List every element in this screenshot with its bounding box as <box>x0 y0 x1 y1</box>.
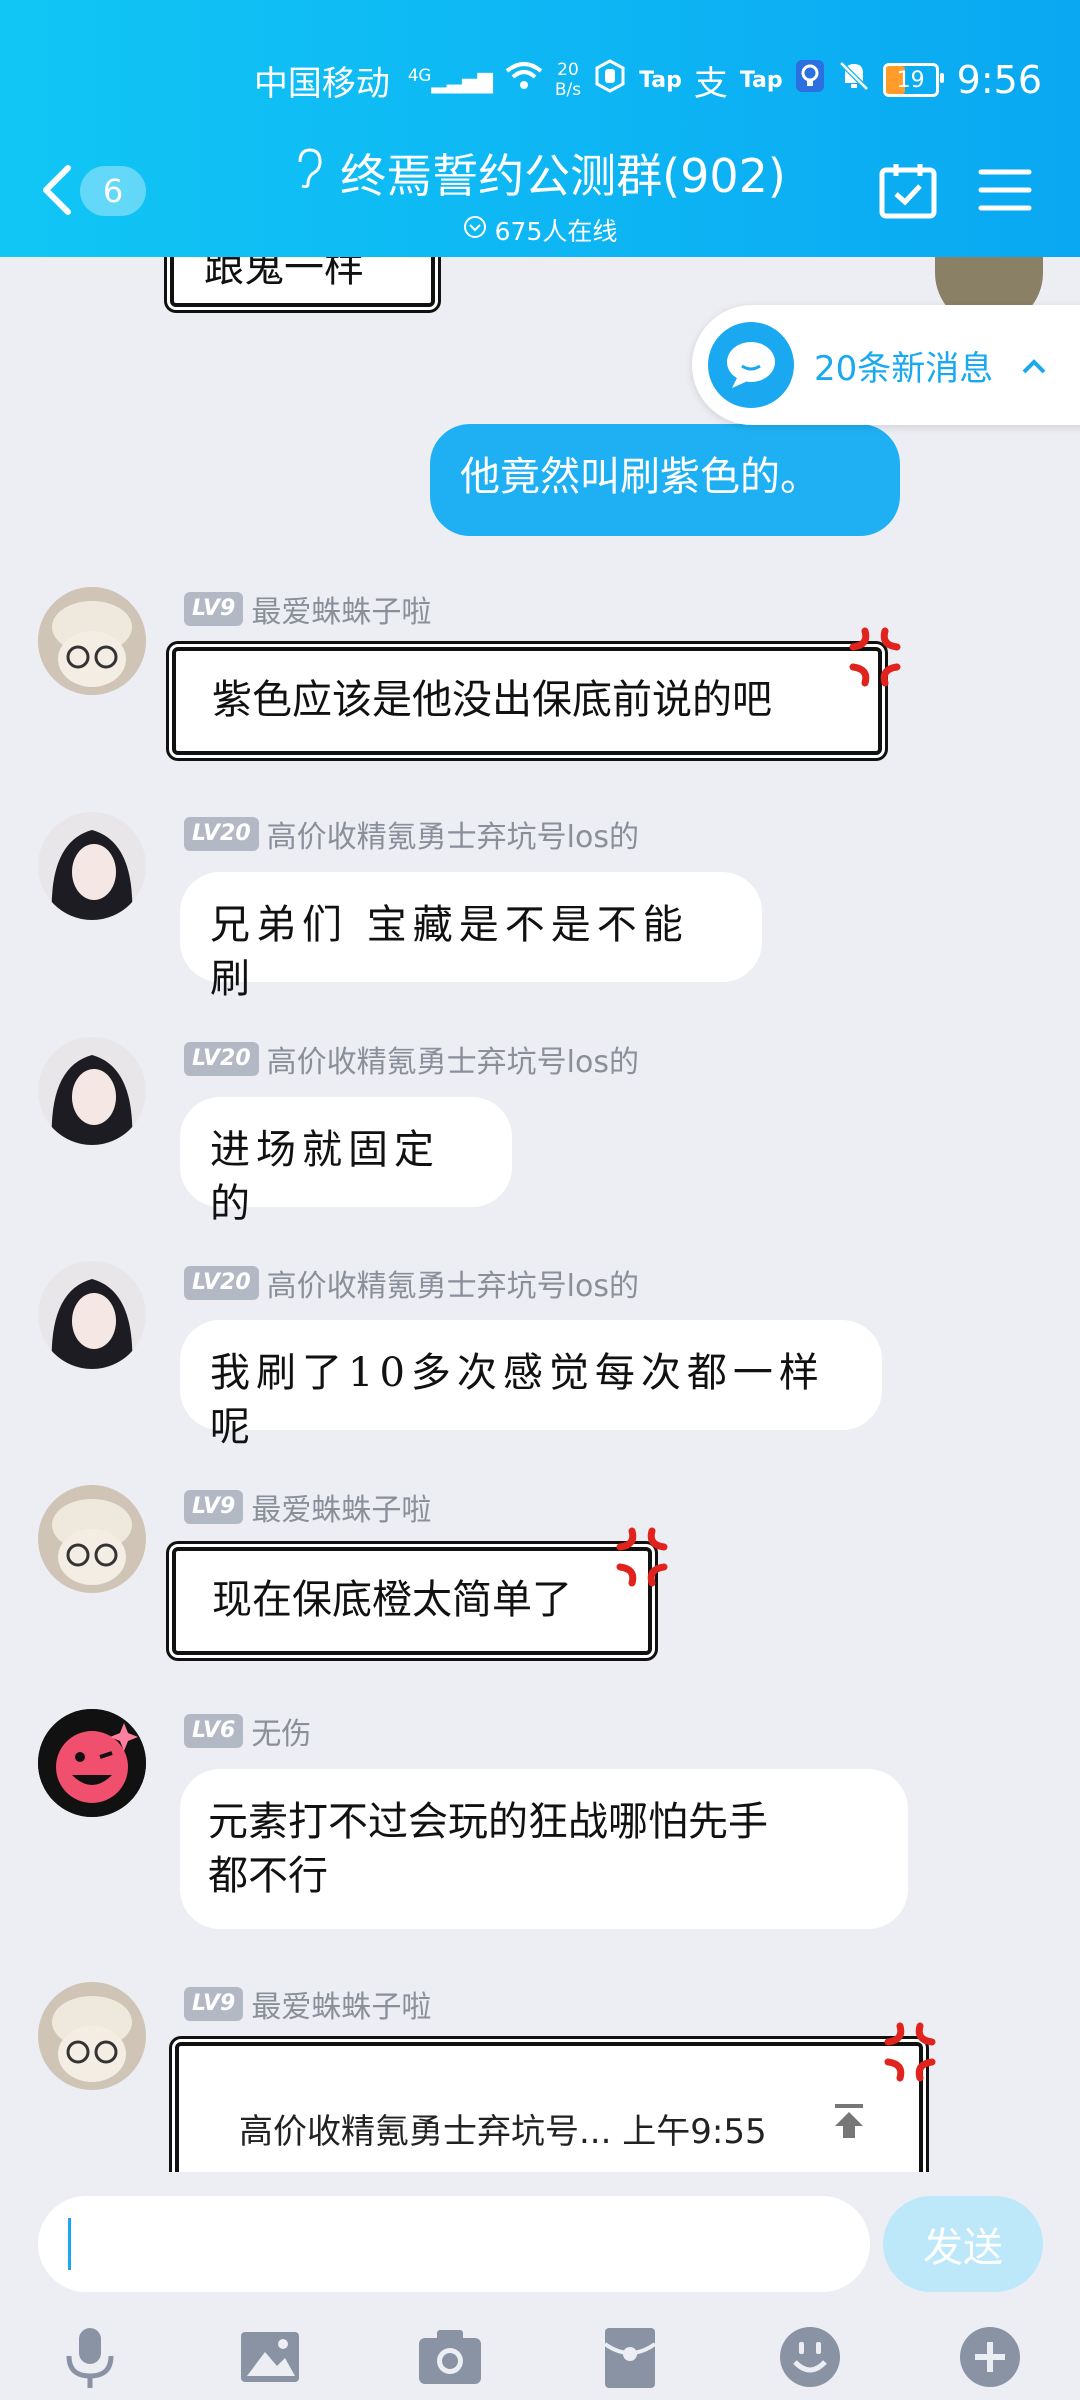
message-input[interactable] <box>38 2196 870 2292</box>
avatar[interactable] <box>38 1037 146 1145</box>
text-caret <box>68 2218 71 2270</box>
message-text: 兄弟们 宝藏是不是不能刷 <box>210 902 689 1002</box>
avatar[interactable] <box>38 587 146 695</box>
message-bubble[interactable]: 跟鬼一样 <box>170 257 435 307</box>
avatar[interactable] <box>38 1485 146 1593</box>
chat-header: 中国移动 4G▂▃▅▇ 20 B/s Tap 支 Tap 19 9:56 6 终焉… <box>0 0 1080 257</box>
sender-meta: LV20 高价收精氪勇士弃坑号los的 <box>184 1037 639 1081</box>
jump-to-quote-icon[interactable] <box>829 2102 869 2142</box>
online-count: 675人在线 <box>494 217 618 246</box>
sender-meta: LV9 最爱蛛蛛子啦 <box>184 1485 431 1529</box>
hand-icon <box>593 58 627 102</box>
taptap-icon-1: Tap <box>639 67 682 93</box>
menu-icon[interactable] <box>975 160 1035 220</box>
status-bar: 中国移动 4G▂▃▅▇ 20 B/s Tap 支 Tap 19 9:56 <box>254 52 1042 108</box>
new-messages-count: 20条新消息 <box>814 348 994 389</box>
sender-meta: LV20 高价收精氪勇士弃坑号los的 <box>184 1261 639 1305</box>
mute-bell-icon <box>837 59 871 102</box>
emoji-icon[interactable] <box>775 2322 845 2392</box>
online-icon <box>463 215 487 245</box>
calendar-check-icon[interactable] <box>878 160 938 220</box>
level-badge: LV6 <box>184 1714 244 1748</box>
message-text: 紫色应该是他没出保底前说的吧 <box>212 677 772 723</box>
carrier-label: 中国移动 <box>253 63 390 104</box>
sender-name[interactable]: 无伤 <box>251 1709 311 1753</box>
message-bubble[interactable]: 我刷了10多次感觉每次都一样呢 <box>180 1320 882 1450</box>
message-text: 他竟然叫刷紫色的。 <box>460 454 820 500</box>
message-bubble[interactable]: 进场就固定的 <box>180 1097 512 1227</box>
message-text: 跟鬼一样 <box>204 257 364 291</box>
net-speed: 20 B/s <box>554 60 582 100</box>
anger-mark-icon <box>880 2022 940 2082</box>
chat-bubble-icon <box>708 322 794 408</box>
anger-mark-icon <box>845 627 905 687</box>
sender-meta: LV20 高价收精氪勇士弃坑号los的 <box>184 812 639 856</box>
alipay-icon: 支 <box>693 63 728 104</box>
sender-name[interactable]: 高价收精氪勇士弃坑号los的 <box>267 812 639 856</box>
red-packet-icon[interactable] <box>595 2322 665 2392</box>
group-title: 终焉誓约公测群(902) <box>340 149 786 203</box>
message-text: 现在保底橙太简单了 <box>212 1577 572 1623</box>
camera-icon[interactable] <box>415 2322 485 2392</box>
taptap-icon-2: Tap <box>739 67 783 93</box>
microphone-icon[interactable] <box>55 2322 125 2392</box>
bulb-icon <box>795 59 825 102</box>
message-text: 我刷了10多次感觉每次都一样呢 <box>210 1350 825 1450</box>
sender-meta: LV9 最爱蛛蛛子啦 <box>184 1982 431 2026</box>
clock: 9:56 <box>956 58 1042 102</box>
level-badge: LV9 <box>184 1987 244 2021</box>
input-bar: 发送 <box>0 2172 1080 2400</box>
avatar[interactable] <box>38 1261 146 1369</box>
battery-icon: 19 <box>882 63 944 97</box>
avatar[interactable] <box>38 1709 146 1817</box>
wifi-icon <box>505 60 543 100</box>
sender-name[interactable]: 最爱蛛蛛子啦 <box>251 1485 431 1529</box>
anger-mark-icon <box>612 1527 672 1587</box>
chevron-up-icon <box>1021 348 1047 383</box>
sender-meta: LV9 最爱蛛蛛子啦 <box>184 587 431 631</box>
level-badge: LV9 <box>184 1490 244 1524</box>
quote-header: 高价收精氪勇士弃坑号... 上午9:55 <box>239 2112 767 2152</box>
avatar[interactable] <box>38 1982 146 2090</box>
level-badge: LV20 <box>184 817 259 851</box>
message-text: 进场就固定的 <box>210 1127 440 1227</box>
ear-icon <box>294 146 324 201</box>
signal-icon: 4G▂▃▅▇ <box>407 66 493 94</box>
level-badge: LV9 <box>184 592 244 626</box>
quote-reply-card[interactable]: 高价收精氪勇士弃坑号... 上午9:55 <box>175 2042 923 2172</box>
message-list[interactable]: 跟鬼一样 他竟然叫刷紫色的。 LV9 最爱蛛蛛子啦 紫色应该是他没出保底前说的吧… <box>0 257 1080 2172</box>
message-text: 元素打不过会玩的狂战哪怕先手 <box>208 1799 768 1845</box>
sender-name[interactable]: 最爱蛛蛛子啦 <box>251 587 431 631</box>
sender-name[interactable]: 最爱蛛蛛子啦 <box>251 1982 431 2026</box>
message-text: 都不行 <box>208 1853 328 1899</box>
level-badge: LV20 <box>184 1266 259 1300</box>
message-bubble-self[interactable]: 他竟然叫刷紫色的。 <box>430 424 900 536</box>
avatar[interactable] <box>38 812 146 920</box>
message-bubble[interactable]: 紫色应该是他没出保底前说的吧 <box>172 647 882 755</box>
message-bubble[interactable]: 元素打不过会玩的狂战哪怕先手 都不行 <box>180 1769 908 1929</box>
sender-meta: LV6 无伤 <box>184 1709 311 1753</box>
message-bubble[interactable]: 兄弟们 宝藏是不是不能刷 <box>180 872 762 1002</box>
new-messages-pill[interactable]: 20条新消息 <box>692 305 1080 425</box>
sender-name[interactable]: 高价收精氪勇士弃坑号los的 <box>267 1037 639 1081</box>
sender-name[interactable]: 高价收精氪勇士弃坑号los的 <box>267 1261 639 1305</box>
level-badge: LV20 <box>184 1042 259 1076</box>
plus-icon[interactable] <box>955 2322 1025 2392</box>
message-bubble[interactable]: 现在保底橙太简单了 <box>172 1547 652 1655</box>
send-button[interactable]: 发送 <box>883 2196 1043 2292</box>
image-icon[interactable] <box>235 2322 305 2392</box>
